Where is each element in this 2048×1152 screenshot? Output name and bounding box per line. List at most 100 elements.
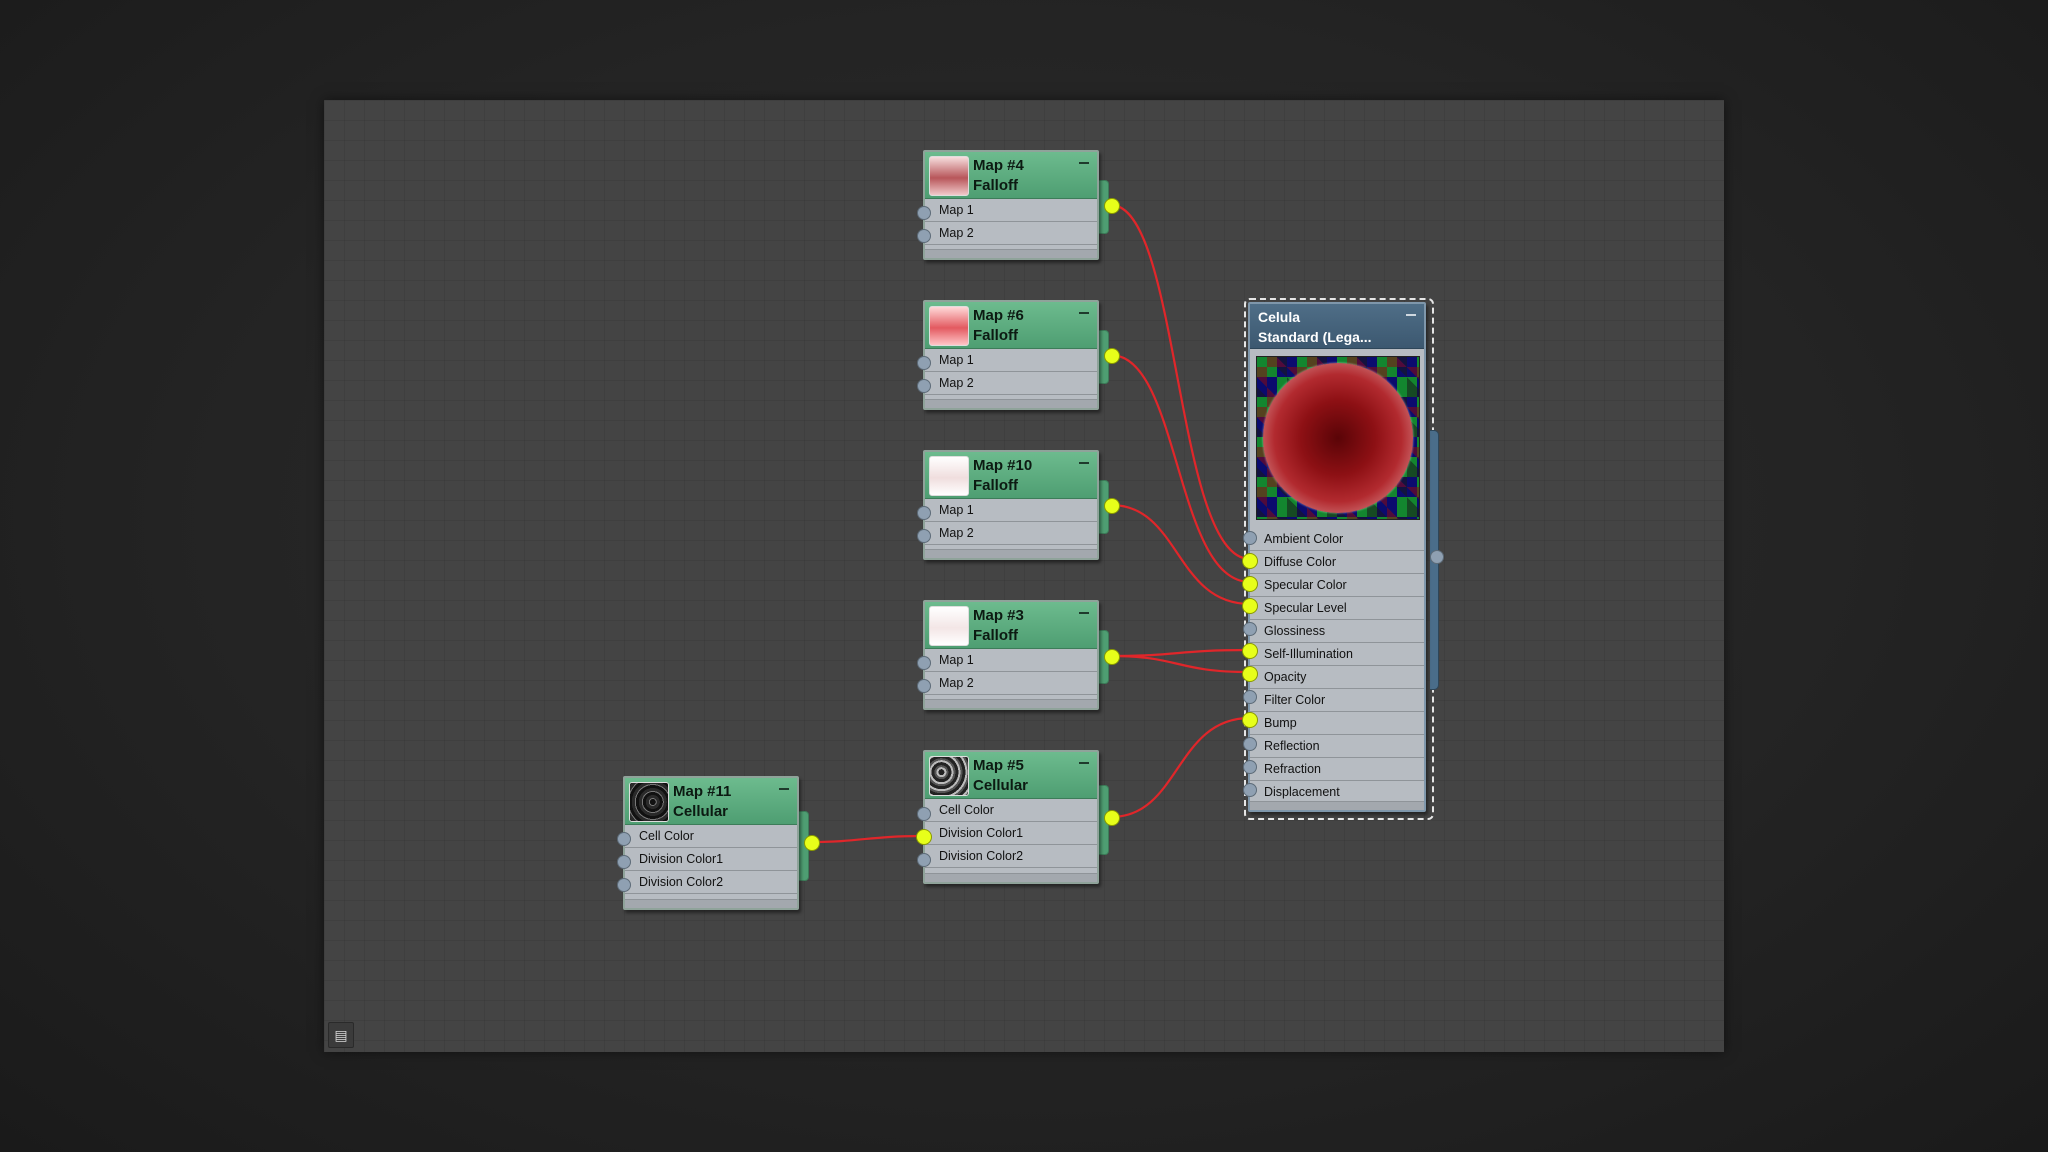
falloff-thumbnail: [929, 456, 969, 496]
slot-map1[interactable]: Map 1: [925, 349, 1097, 372]
output-socket-map5[interactable]: [1104, 810, 1120, 826]
cellular-thumbnail: [629, 782, 669, 822]
input-socket-opacity[interactable]: [1242, 666, 1258, 682]
slot-map1[interactable]: Map 1: [925, 199, 1097, 222]
slot-map2[interactable]: Map 2: [925, 672, 1097, 695]
node-header[interactable]: Map #6 Falloff: [925, 302, 1097, 349]
node-title: Map #4 Falloff: [973, 157, 1024, 194]
input-socket[interactable]: [917, 206, 931, 220]
slot-division-color1[interactable]: Division Color1: [925, 822, 1097, 845]
node-map11-cellular[interactable]: Map #11 Cellular Cell Color Division Colo…: [623, 776, 809, 910]
node-map6-falloff[interactable]: Map #6 Falloff Map 1 Map 2: [923, 300, 1109, 410]
input-socket[interactable]: [917, 679, 931, 693]
preview-sphere: [1263, 363, 1413, 513]
slot-map2[interactable]: Map 2: [925, 372, 1097, 395]
input-socket-displacement[interactable]: [1243, 783, 1257, 797]
falloff-thumbnail: [929, 606, 969, 646]
node-header[interactable]: Celula Standard (Lega...: [1250, 304, 1424, 349]
cellular-thumbnail: [929, 756, 969, 796]
slot-displacement[interactable]: Displacement: [1250, 781, 1424, 803]
slot-diffuse-color[interactable]: Diffuse Color: [1250, 551, 1424, 574]
input-socket-ambient[interactable]: [1243, 531, 1257, 545]
node-title: Map #10 Falloff: [973, 457, 1033, 494]
input-socket-specular-level[interactable]: [1242, 598, 1258, 614]
minimize-icon[interactable]: [1079, 462, 1089, 464]
input-socket[interactable]: [917, 229, 931, 243]
input-socket[interactable]: [917, 379, 931, 393]
node-title: Map #5 Cellular: [973, 757, 1029, 794]
input-socket[interactable]: [917, 656, 931, 670]
slot-division-color1[interactable]: Division Color1: [625, 848, 797, 871]
slot-self-illumination[interactable]: Self-Illumination: [1250, 643, 1424, 666]
node-header[interactable]: Map #10 Falloff: [925, 452, 1097, 499]
input-socket[interactable]: [617, 855, 631, 869]
input-socket[interactable]: [617, 878, 631, 892]
node-header[interactable]: Map #11 Cellular: [625, 778, 797, 825]
node-header[interactable]: Map #4 Falloff: [925, 152, 1097, 199]
input-socket-self-illum[interactable]: [1242, 643, 1258, 659]
node-footer: [925, 873, 1097, 882]
input-socket-specular-color[interactable]: [1242, 576, 1258, 592]
node-map10-falloff[interactable]: Map #10 Falloff Map 1 Map 2: [923, 450, 1109, 560]
slot-map1[interactable]: Map 1: [925, 499, 1097, 522]
navigator-icon[interactable]: ▤: [328, 1022, 354, 1048]
input-socket-reflection[interactable]: [1243, 737, 1257, 751]
slot-map1[interactable]: Map 1: [925, 649, 1097, 672]
node-footer: [925, 699, 1097, 708]
slot-reflection[interactable]: Reflection: [1250, 735, 1424, 758]
input-socket[interactable]: [917, 529, 931, 543]
slot-division-color2[interactable]: Division Color2: [625, 871, 797, 894]
output-socket-material[interactable]: [1430, 550, 1444, 564]
node-title: Map #6 Falloff: [973, 307, 1024, 344]
node-map5-cellular[interactable]: Map #5 Cellular Cell Color Division Color…: [923, 750, 1109, 884]
output-socket-map3[interactable]: [1104, 649, 1120, 665]
slot-opacity[interactable]: Opacity: [1250, 666, 1424, 689]
slot-division-color2[interactable]: Division Color2: [925, 845, 1097, 868]
slot-cell-color[interactable]: Cell Color: [925, 799, 1097, 822]
input-socket[interactable]: [617, 832, 631, 846]
minimize-icon[interactable]: [1406, 314, 1416, 316]
input-socket[interactable]: [917, 853, 931, 867]
output-socket-map4[interactable]: [1104, 198, 1120, 214]
slot-map2[interactable]: Map 2: [925, 522, 1097, 545]
node-map3-falloff[interactable]: Map #3 Falloff Map 1 Map 2: [923, 600, 1109, 710]
node-title: Map #3 Falloff: [973, 607, 1024, 644]
node-footer: [925, 399, 1097, 408]
input-socket-bump[interactable]: [1242, 712, 1258, 728]
output-socket-map10[interactable]: [1104, 498, 1120, 514]
slot-refraction[interactable]: Refraction: [1250, 758, 1424, 781]
slot-filter-color[interactable]: Filter Color: [1250, 689, 1424, 712]
input-socket-glossiness[interactable]: [1243, 622, 1257, 636]
node-footer: [625, 899, 797, 908]
slot-specular-level[interactable]: Specular Level: [1250, 597, 1424, 620]
minimize-icon[interactable]: [779, 788, 789, 790]
minimize-icon[interactable]: [1079, 312, 1089, 314]
minimize-icon[interactable]: [1079, 162, 1089, 164]
input-socket-connected[interactable]: [916, 829, 932, 845]
input-socket[interactable]: [917, 506, 931, 520]
minimize-icon[interactable]: [1079, 762, 1089, 764]
slot-map2[interactable]: Map 2: [925, 222, 1097, 245]
minimize-icon[interactable]: [1079, 612, 1089, 614]
node-map4-falloff[interactable]: Map #4 Falloff Map 1 Map 2: [923, 150, 1109, 260]
node-footer: [925, 249, 1097, 258]
output-socket-map6[interactable]: [1104, 348, 1120, 364]
input-socket[interactable]: [917, 807, 931, 821]
slot-bump[interactable]: Bump: [1250, 712, 1424, 735]
input-socket-refraction[interactable]: [1243, 760, 1257, 774]
node-header[interactable]: Map #5 Cellular: [925, 752, 1097, 799]
slot-cell-color[interactable]: Cell Color: [625, 825, 797, 848]
node-material-celula[interactable]: Celula Standard (Lega... Ambient Color Di…: [1248, 302, 1426, 812]
node-title: Map #11 Cellular: [673, 783, 732, 820]
falloff-thumbnail: [929, 306, 969, 346]
input-socket[interactable]: [917, 356, 931, 370]
material-preview: [1256, 356, 1420, 520]
slot-glossiness[interactable]: Glossiness: [1250, 620, 1424, 643]
input-socket-filter[interactable]: [1243, 690, 1257, 704]
node-footer: [1250, 801, 1424, 810]
input-socket-diffuse[interactable]: [1242, 553, 1258, 569]
output-socket-map11[interactable]: [804, 835, 820, 851]
node-header[interactable]: Map #3 Falloff: [925, 602, 1097, 649]
slot-ambient-color[interactable]: Ambient Color: [1250, 528, 1424, 551]
slot-specular-color[interactable]: Specular Color: [1250, 574, 1424, 597]
